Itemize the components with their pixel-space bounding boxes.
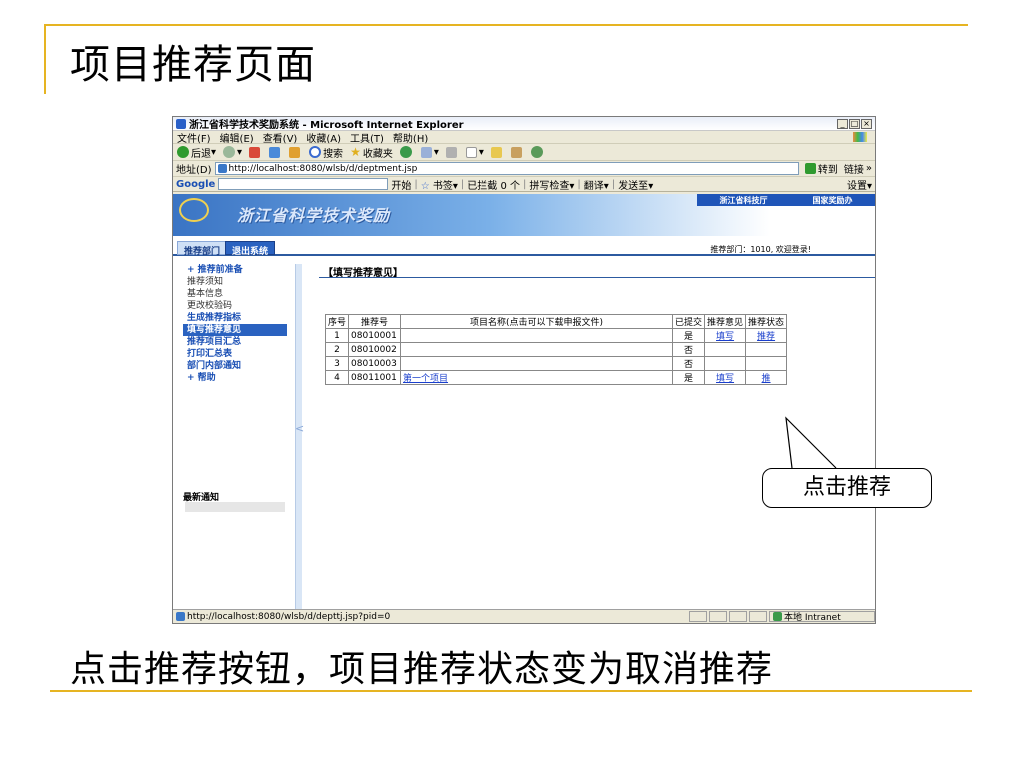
slide-bottom-rule: [50, 690, 972, 692]
slide-caption: 点击推荐按钮，项目推荐状态变为取消推荐: [70, 649, 774, 690]
callout-box: 点击推荐: [762, 468, 932, 508]
